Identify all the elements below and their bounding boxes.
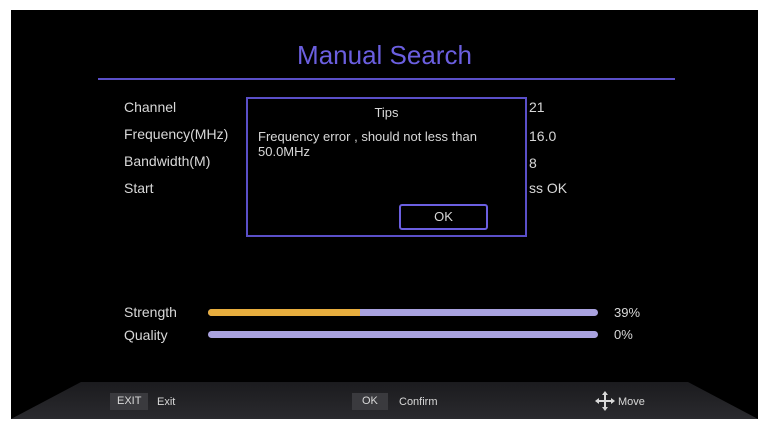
strength-label: Strength <box>124 304 177 320</box>
tv-screen: Manual Search Channel 21 Frequency(MHz) … <box>11 10 758 419</box>
dialog-message: Frequency error , should not less than 5… <box>258 129 477 159</box>
quality-percent: 0% <box>614 327 633 342</box>
exit-key[interactable]: EXIT <box>110 393 149 410</box>
ok-button[interactable]: OK <box>399 204 488 230</box>
move-desc: Move <box>618 396 645 408</box>
strength-bar <box>208 309 598 316</box>
strength-percent: 39% <box>614 305 641 320</box>
frequency-value[interactable]: 16.0 <box>529 128 556 144</box>
move-arrows-icon <box>595 391 615 411</box>
start-value[interactable]: ss OK <box>529 180 567 196</box>
start-label: Start <box>124 180 154 196</box>
ok-key[interactable]: OK <box>352 393 388 410</box>
strength-bar-fill <box>208 309 361 316</box>
confirm-desc: Confirm <box>399 396 438 408</box>
quality-label: Quality <box>124 327 168 343</box>
quality-bar <box>208 331 598 338</box>
channel-value[interactable]: 21 <box>529 99 545 115</box>
tips-dialog: Tips Frequency error , should not less t… <box>246 97 527 237</box>
dialog-title: Tips <box>374 105 399 120</box>
exit-desc: Exit <box>157 396 176 408</box>
page-title: Manual Search <box>297 40 472 70</box>
bandwidth-label: Bandwidth(M) <box>124 153 211 169</box>
title-divider <box>98 78 675 80</box>
footer-bar: EXIT Exit OK Confirm Move <box>11 382 758 419</box>
frequency-label: Frequency(MHz) <box>124 126 229 142</box>
bandwidth-value[interactable]: 8 <box>529 155 537 171</box>
channel-label: Channel <box>124 99 177 115</box>
